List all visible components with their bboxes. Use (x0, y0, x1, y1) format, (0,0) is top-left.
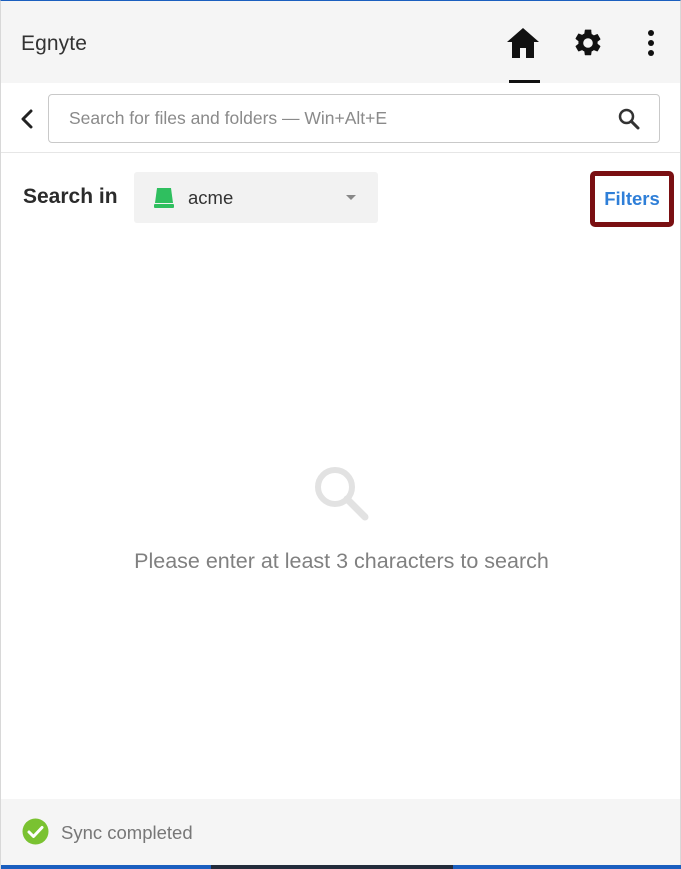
app-window: Egnyte Search for files and folders — Wi… (0, 0, 681, 869)
search-icon (618, 108, 640, 130)
location-value: acme (188, 187, 234, 208)
check-circle-icon (22, 818, 49, 845)
status-bar: Sync completed (1, 799, 680, 865)
sync-status-text: Sync completed (61, 822, 193, 843)
filters-label: Filters (604, 188, 660, 209)
search-input[interactable] (69, 95, 589, 142)
chevron-left-icon (21, 109, 33, 129)
more-options-button[interactable] (629, 21, 673, 65)
back-button[interactable] (13, 105, 41, 133)
gear-icon (575, 29, 601, 56)
settings-button[interactable] (566, 21, 610, 65)
filters-button[interactable]: Filters (590, 171, 674, 227)
header-bar: Egnyte (1, 1, 680, 83)
search-button[interactable] (617, 107, 641, 131)
location-dropdown[interactable]: acme (134, 172, 378, 223)
taskbar-segment (211, 865, 453, 869)
search-row (1, 83, 680, 153)
drive-icon (154, 188, 174, 208)
caret-down-icon (346, 195, 356, 200)
search-box[interactable] (48, 94, 660, 143)
empty-state-message: Please enter at least 3 characters to se… (134, 549, 549, 573)
search-in-label: Search in (23, 185, 118, 208)
search-icon (315, 467, 369, 521)
taskbar-strip (1, 865, 681, 869)
home-button[interactable] (501, 21, 545, 65)
more-vertical-icon (648, 30, 654, 56)
home-icon (507, 28, 539, 58)
app-title: Egnyte (21, 32, 87, 55)
